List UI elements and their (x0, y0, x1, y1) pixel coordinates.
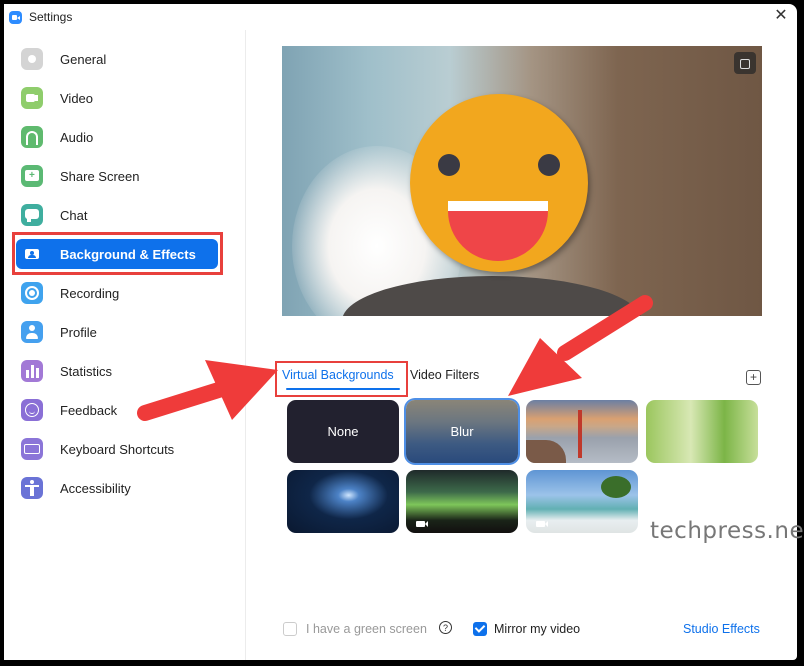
annotation-arrow-left (137, 360, 278, 421)
watermark: techpress.net (650, 518, 804, 544)
annotation-arrow-right (508, 295, 653, 396)
annotation-arrows (137, 295, 653, 421)
